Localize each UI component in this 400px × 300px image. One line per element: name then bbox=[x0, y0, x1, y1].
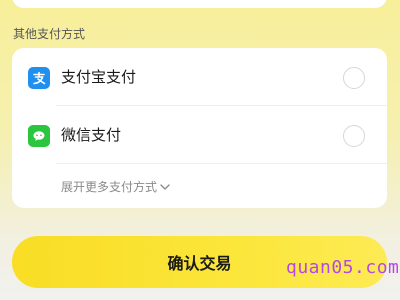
alipay-icon bbox=[28, 67, 50, 89]
payment-option-alipay[interactable]: 支付宝支付 bbox=[12, 48, 387, 106]
chevron-down-icon bbox=[160, 183, 170, 190]
watermark: quan05.com bbox=[286, 257, 400, 278]
section-title: 其他支付方式 bbox=[13, 27, 86, 41]
expand-more-payment-methods[interactable]: 展开更多支付方式 bbox=[61, 178, 170, 195]
expand-label: 展开更多支付方式 bbox=[61, 180, 158, 194]
divider bbox=[56, 163, 387, 164]
wechat-radio[interactable] bbox=[343, 125, 365, 147]
payment-option-label: 微信支付 bbox=[61, 126, 122, 144]
payment-option-wechat[interactable]: 微信支付 bbox=[12, 106, 387, 164]
previous-card bbox=[12, 0, 387, 8]
payment-option-label: 支付宝支付 bbox=[61, 68, 137, 86]
wechat-icon bbox=[28, 125, 50, 147]
alipay-radio[interactable] bbox=[343, 67, 365, 89]
payment-methods-card: 支付宝支付 微信支付 展开更多支付方式 bbox=[12, 48, 387, 208]
